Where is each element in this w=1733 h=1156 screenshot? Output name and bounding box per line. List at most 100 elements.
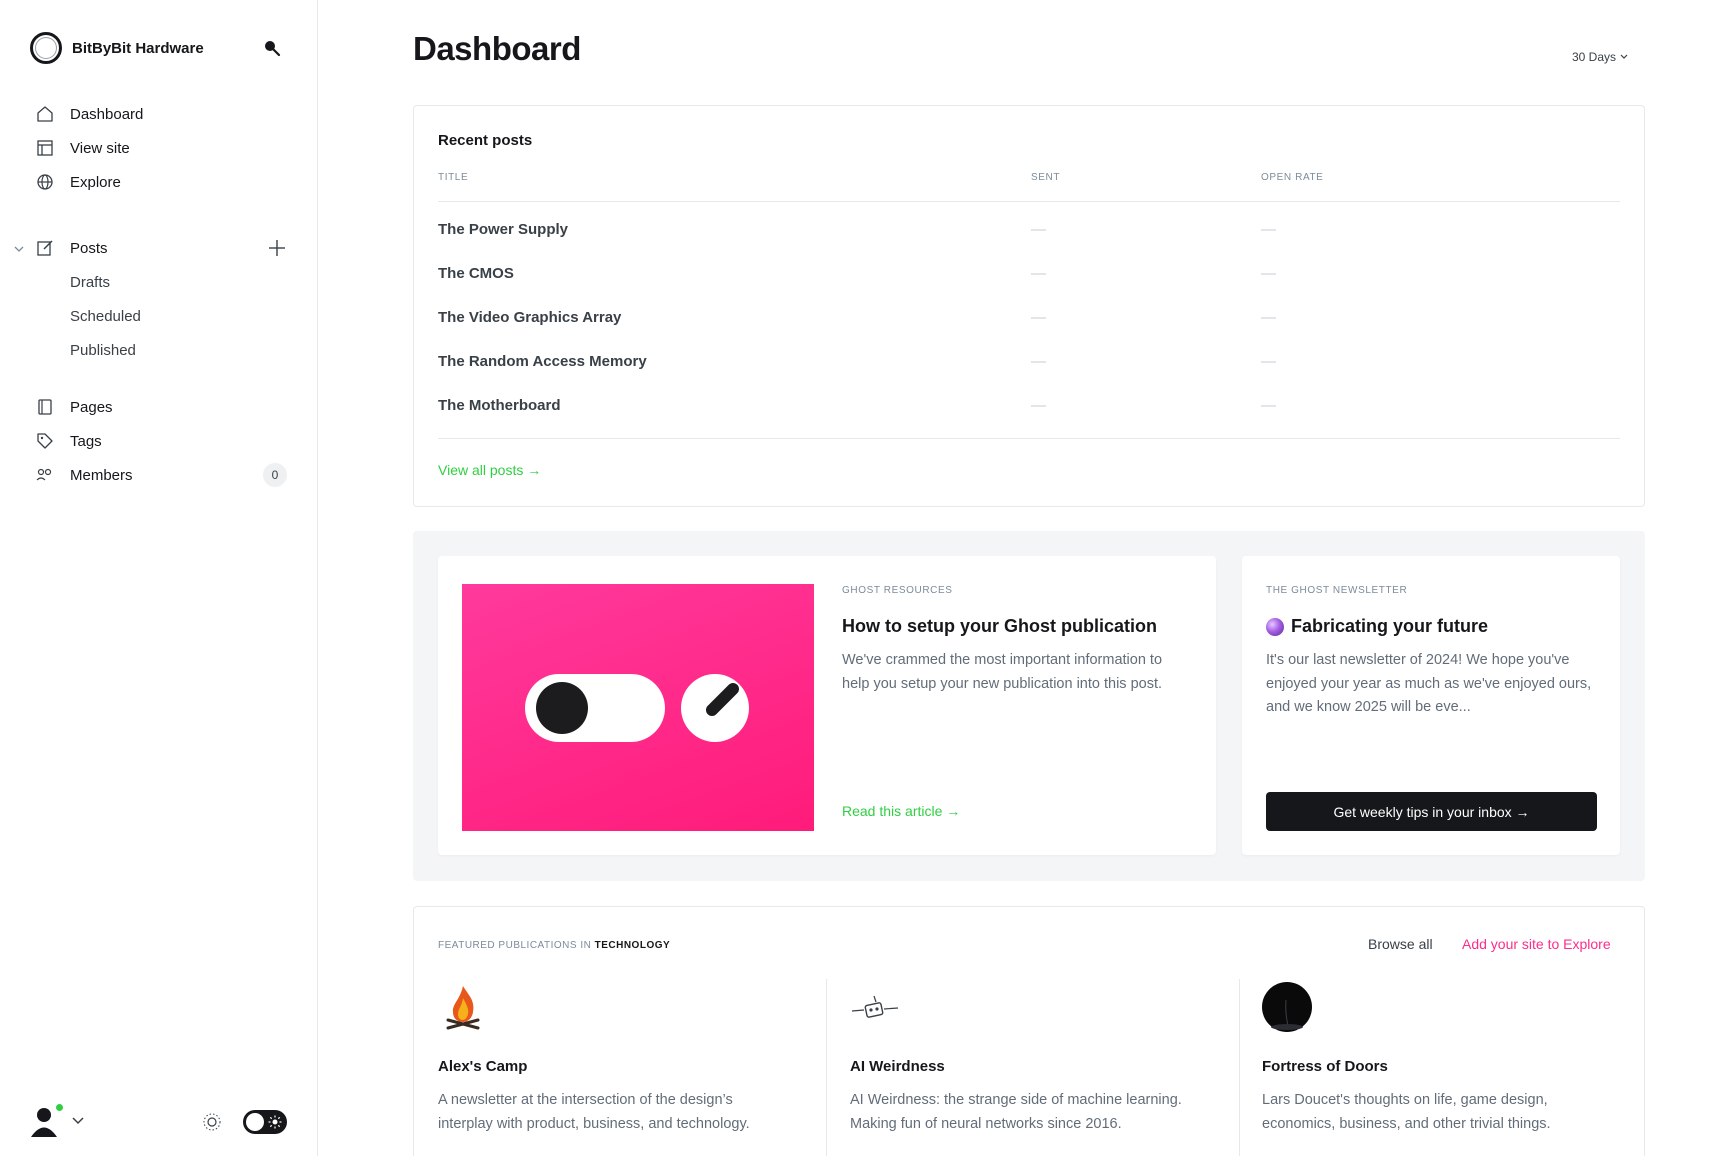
divider — [826, 979, 827, 1156]
post-sent: — — [1031, 397, 1046, 414]
home-icon — [37, 106, 53, 122]
globe-icon — [37, 174, 53, 190]
publication-fortress-of-doors[interactable]: Fortress of Doors Lars Doucet's thoughts… — [1262, 975, 1607, 1156]
divider — [438, 201, 1620, 202]
sidebar: BitByBit Hardware Dashboard View site Ex… — [0, 0, 318, 1156]
members-count-badge: 0 — [263, 463, 287, 487]
sidebar-item-explore[interactable]: Explore — [0, 167, 318, 197]
newsletter-heading-text: Fabricating your future — [1291, 616, 1489, 636]
fortress-of-doors-logo — [1262, 982, 1312, 1032]
divider — [1239, 979, 1240, 1156]
toggle-knob — [246, 1113, 264, 1131]
site-brand[interactable]: BitByBit Hardware — [30, 32, 204, 64]
post-title: The Power Supply — [438, 221, 569, 238]
subscribe-button[interactable]: Get weekly tips in your inbox → — [1266, 792, 1597, 831]
post-sent: — — [1031, 353, 1046, 370]
sidebar-item-label: Tags — [70, 432, 102, 450]
site-logo — [30, 32, 62, 64]
brightness-icon[interactable] — [202, 1112, 222, 1132]
view-all-posts-link[interactable]: View all posts → — [438, 462, 541, 478]
article-thumbnail[interactable] — [462, 584, 814, 831]
read-article-link[interactable]: Read this article → — [842, 803, 960, 819]
add-site-to-explore-link[interactable]: Add your site to Explore — [1462, 936, 1611, 952]
new-post-plus-icon[interactable] — [267, 238, 287, 258]
publication-description: Lars Doucet's thoughts on life, game des… — [1262, 1092, 1551, 1132]
newsletter-description: It's our last newsletter of 2024! We hop… — [1266, 652, 1592, 715]
column-header-open-rate: Open rate — [1261, 172, 1324, 183]
theme-toggle[interactable] — [243, 1110, 287, 1134]
publication-name: Fortress of Doors — [1262, 1058, 1388, 1075]
browse-all-link[interactable]: Browse all — [1368, 936, 1433, 952]
sidebar-item-members[interactable]: Members 0 — [0, 460, 318, 490]
post-open-rate: — — [1261, 265, 1276, 282]
post-open-rate: — — [1261, 309, 1276, 326]
sidebar-item-label: Published — [70, 341, 136, 359]
featured-eyebrow: FEATURED PUBLICATIONS IN TECHNOLOGY — [438, 940, 670, 951]
post-open-rate: — — [1261, 353, 1276, 370]
sun-icon — [268, 1115, 282, 1129]
ghost-resources-card: Ghost resources How to setup your Ghost … — [438, 556, 1216, 855]
pages-icon — [38, 399, 52, 415]
publication-name: Alex's Camp — [438, 1058, 528, 1075]
post-open-rate: — — [1261, 221, 1276, 238]
campfire-icon — [446, 986, 480, 1030]
newsletter-heading[interactable]: Fabricating your future — [1266, 616, 1488, 637]
resource-heading[interactable]: How to setup your Ghost publication — [842, 616, 1157, 637]
table-row[interactable]: The CMOS — — — [438, 253, 1620, 297]
sidebar-footer — [30, 1100, 290, 1140]
chevron-down-icon[interactable] — [13, 243, 25, 255]
table-row[interactable]: The Motherboard — — — [438, 385, 1620, 429]
sidebar-item-published[interactable]: Published — [0, 335, 318, 365]
post-open-rate: — — [1261, 397, 1276, 414]
newsletter-eyebrow: The Ghost Newsletter — [1266, 585, 1408, 596]
featured-category[interactable]: TECHNOLOGY — [595, 940, 671, 951]
online-status-dot — [54, 1102, 65, 1113]
tag-icon — [37, 433, 53, 449]
chevron-down-icon[interactable] — [72, 1116, 84, 1126]
date-range-label: 30 Days — [1572, 50, 1617, 64]
members-icon — [36, 468, 52, 481]
post-title: The Random Access Memory — [438, 353, 647, 370]
sidebar-item-view-site[interactable]: View site — [0, 133, 318, 163]
publication-description: AI Weirdness: the strange side of machin… — [850, 1092, 1182, 1132]
crystal-ball-icon — [1266, 617, 1284, 636]
table-row[interactable]: The Power Supply — — — [438, 209, 1620, 253]
sidebar-item-posts[interactable]: Posts — [0, 233, 318, 263]
sidebar-item-pages[interactable]: Pages — [0, 392, 318, 422]
recent-posts-card: Recent posts Title Sent Open rate The Po… — [413, 105, 1645, 507]
chevron-down-icon — [1620, 54, 1628, 59]
edit-icon — [37, 240, 53, 256]
post-sent: — — [1031, 309, 1046, 326]
sidebar-item-tags[interactable]: Tags — [0, 426, 318, 456]
divider — [438, 438, 1620, 439]
sidebar-item-dashboard[interactable]: Dashboard — [0, 99, 318, 129]
sidebar-item-label: View site — [70, 139, 130, 157]
table-row[interactable]: The Video Graphics Array — — — [438, 297, 1620, 341]
featured-publications-card: FEATURED PUBLICATIONS IN TECHNOLOGY Brow… — [413, 906, 1645, 1156]
publication-description: A newsletter at the intersection of the … — [438, 1092, 750, 1132]
resources-section: Ghost resources How to setup your Ghost … — [413, 531, 1645, 881]
date-range-select[interactable]: 30 Days — [1572, 50, 1628, 64]
publication-alexs-camp[interactable]: Alex's Camp A newsletter at the intersec… — [438, 975, 778, 1156]
site-name: BitByBit Hardware — [72, 39, 204, 57]
publication-ai-weirdness[interactable]: AI Weirdness AI Weirdness: the strange s… — [850, 975, 1195, 1156]
sidebar-item-label: Members — [70, 466, 133, 484]
sidebar-item-label: Posts — [70, 239, 108, 257]
resource-eyebrow: Ghost resources — [842, 585, 953, 596]
newsletter-card: The Ghost Newsletter Fabricating your fu… — [1242, 556, 1620, 855]
post-title: The Video Graphics Array — [438, 309, 622, 326]
sidebar-item-scheduled[interactable]: Scheduled — [0, 301, 318, 331]
column-header-title: Title — [438, 172, 469, 183]
robot-doodle-icon — [851, 995, 899, 1018]
post-sent: — — [1031, 221, 1046, 238]
card-title: Recent posts — [438, 132, 533, 149]
sidebar-item-label: Explore — [70, 173, 121, 191]
search-icon[interactable] — [262, 38, 284, 60]
resource-text: Ghost resources How to setup your Ghost … — [842, 556, 1192, 855]
publication-name: AI Weirdness — [850, 1058, 945, 1075]
post-title: The Motherboard — [438, 397, 561, 414]
toggle-knob-illustration — [525, 674, 749, 742]
column-header-sent: Sent — [1031, 172, 1061, 183]
table-row[interactable]: The Random Access Memory — — — [438, 341, 1620, 385]
sidebar-item-drafts[interactable]: Drafts — [0, 267, 318, 297]
